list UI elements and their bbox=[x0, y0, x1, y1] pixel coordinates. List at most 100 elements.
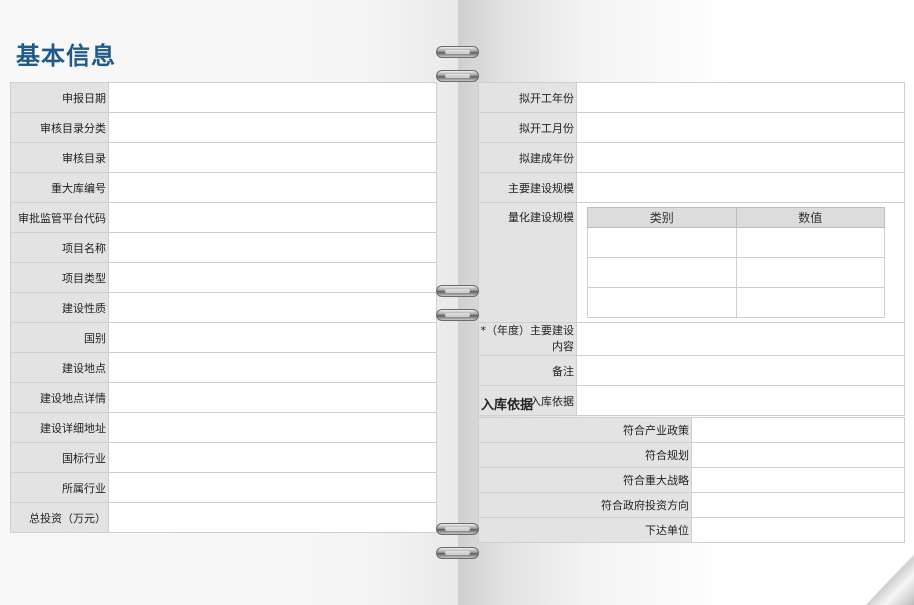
storage-basis-field[interactable] bbox=[576, 385, 905, 416]
field-label: 国别 bbox=[10, 322, 109, 353]
section-title: 入库依据 bbox=[481, 398, 534, 413]
binder-ring-icon bbox=[436, 547, 479, 559]
table-row bbox=[587, 257, 885, 288]
declare-date-field[interactable] bbox=[108, 82, 437, 113]
detailed-address-field[interactable] bbox=[108, 412, 437, 443]
table-row: 国标行业 bbox=[10, 442, 437, 473]
binder-ring-icon bbox=[436, 46, 479, 58]
table-row: 符合重大战略 bbox=[478, 467, 905, 493]
table-row: 总投资（万元） bbox=[10, 502, 437, 533]
field-label: 拟开工月份 bbox=[478, 112, 577, 143]
field-label-line: 内容 bbox=[552, 340, 574, 353]
quantified-scale-cell: 类别 数值 bbox=[576, 202, 905, 323]
field-label: 符合规划 bbox=[478, 442, 692, 468]
value-cell[interactable] bbox=[735, 287, 885, 318]
start-year-field[interactable] bbox=[576, 82, 905, 113]
field-label: 总投资（万元） bbox=[10, 502, 109, 533]
field-label: 拟建成年份 bbox=[478, 142, 577, 173]
major-strategy-field[interactable] bbox=[691, 467, 905, 493]
remark-field[interactable] bbox=[576, 355, 905, 386]
table-row: 拟开工年份 bbox=[478, 82, 905, 113]
field-label: 国标行业 bbox=[10, 442, 109, 473]
table-row: 量化建设规模 类别 数值 bbox=[478, 202, 905, 323]
start-month-field[interactable] bbox=[576, 112, 905, 143]
table-row: 所属行业 bbox=[10, 472, 437, 503]
table-row bbox=[587, 287, 885, 318]
table-row: *（年度）主要建设 内容 bbox=[478, 322, 905, 356]
field-label: *（年度）主要建设 内容 bbox=[478, 322, 577, 356]
table-row: 下达单位 bbox=[478, 517, 905, 543]
industry-policy-field[interactable] bbox=[691, 417, 905, 443]
major-library-number-field[interactable] bbox=[108, 172, 437, 203]
field-label: 拟开工年份 bbox=[478, 82, 577, 113]
catalog-field[interactable] bbox=[108, 142, 437, 173]
table-row: 建设地点 bbox=[10, 352, 437, 383]
table-row: 项目名称 bbox=[10, 232, 437, 263]
binder-ring-icon bbox=[436, 285, 479, 297]
table-row: 审批监管平台代码 bbox=[10, 202, 437, 233]
value-cell[interactable] bbox=[735, 227, 885, 258]
category-cell[interactable] bbox=[587, 257, 737, 288]
page-title: 基本信息 bbox=[16, 41, 116, 70]
binder-ring-icon bbox=[436, 523, 479, 535]
project-name-field[interactable] bbox=[108, 232, 437, 263]
column-header-category: 类别 bbox=[587, 207, 737, 228]
table-row: 建设性质 bbox=[10, 292, 437, 323]
country-field[interactable] bbox=[108, 322, 437, 353]
location-details-field[interactable] bbox=[108, 382, 437, 413]
table-row: 符合政府投资方向 bbox=[478, 492, 905, 518]
field-label: 符合政府投资方向 bbox=[478, 492, 692, 518]
binder-ring-icon bbox=[436, 70, 479, 82]
table-row: 拟开工月份 bbox=[478, 112, 905, 143]
project-type-field[interactable] bbox=[108, 262, 437, 293]
field-label-line: *（年度）主要建设 bbox=[480, 324, 575, 337]
completion-year-field[interactable] bbox=[576, 142, 905, 173]
planning-field[interactable] bbox=[691, 442, 905, 468]
field-label: 建设地点详情 bbox=[10, 382, 109, 413]
column-header-value: 数值 bbox=[735, 207, 885, 228]
table-row: 申报日期 bbox=[10, 82, 437, 113]
construction-nature-field[interactable] bbox=[108, 292, 437, 323]
platform-code-field[interactable] bbox=[108, 202, 437, 233]
table-row: 建设地点详情 bbox=[10, 382, 437, 413]
table-row: 入库依据 bbox=[478, 385, 905, 416]
catalog-category-field[interactable] bbox=[108, 112, 437, 143]
field-label: 项目名称 bbox=[10, 232, 109, 263]
main-scale-field[interactable] bbox=[576, 172, 905, 203]
construction-location-field[interactable] bbox=[108, 352, 437, 383]
category-cell[interactable] bbox=[587, 287, 737, 318]
annual-content-field[interactable] bbox=[576, 322, 905, 356]
field-label: 建设地点 bbox=[10, 352, 109, 383]
industry-field[interactable] bbox=[108, 472, 437, 503]
field-label: 下达单位 bbox=[478, 517, 692, 543]
government-investment-field[interactable] bbox=[691, 492, 905, 518]
value-cell[interactable] bbox=[735, 257, 885, 288]
table-row: 符合产业政策 bbox=[478, 417, 905, 443]
total-investment-field[interactable] bbox=[108, 502, 437, 533]
national-industry-field[interactable] bbox=[108, 442, 437, 473]
table-row bbox=[587, 227, 885, 258]
table-row: 审核目录分类 bbox=[10, 112, 437, 143]
field-label: 所属行业 bbox=[10, 472, 109, 503]
table-row: 符合规划 bbox=[478, 442, 905, 468]
table-row: 拟建成年份 bbox=[478, 142, 905, 173]
field-label: 量化建设规模 bbox=[478, 202, 577, 323]
field-label: 备注 bbox=[478, 355, 577, 386]
basic-info-table-right: 拟开工年份 拟开工月份 拟建成年份 主要建设规模 量化建设规模 类别 数值 *（… bbox=[478, 82, 905, 416]
field-label: 主要建设规模 bbox=[478, 172, 577, 203]
field-label: 项目类型 bbox=[10, 262, 109, 293]
table-row: 重大库编号 bbox=[10, 172, 437, 203]
basic-info-table-left: 申报日期 审核目录分类 审核目录 重大库编号 审批监管平台代码 项目名称 项目类… bbox=[10, 82, 437, 533]
field-label: 建设详细地址 bbox=[10, 412, 109, 443]
field-label: 建设性质 bbox=[10, 292, 109, 323]
table-row: 审核目录 bbox=[10, 142, 437, 173]
binder-ring-icon bbox=[436, 309, 479, 321]
field-label: 符合产业政策 bbox=[478, 417, 692, 443]
field-label: 申报日期 bbox=[10, 82, 109, 113]
issuing-unit-field[interactable] bbox=[691, 517, 905, 543]
table-row: 项目类型 bbox=[10, 262, 437, 293]
table-row: 国别 bbox=[10, 322, 437, 353]
category-cell[interactable] bbox=[587, 227, 737, 258]
table-row: 建设详细地址 bbox=[10, 412, 437, 443]
storage-basis-table: 符合产业政策 符合规划 符合重大战略 符合政府投资方向 下达单位 bbox=[478, 417, 905, 543]
